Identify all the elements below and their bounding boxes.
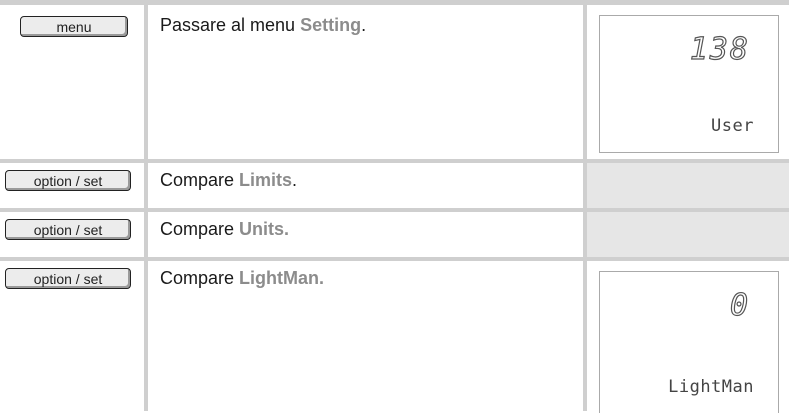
key-cell: menu	[0, 0, 148, 163]
instruction-text: Compare Units.	[160, 219, 289, 240]
lcd-label: LightMan	[668, 377, 754, 397]
display-cell: 138 User	[587, 0, 789, 163]
lcd-label: User	[711, 116, 754, 136]
option-set-key-button[interactable]: option / set	[5, 219, 131, 240]
instruction-text: Passare al menu Setting.	[160, 15, 366, 36]
instruction-suffix: .	[292, 170, 298, 190]
instruction-cell: Compare Limits.	[148, 163, 587, 212]
instruction-table: menu Passare al menu Setting. 138 User o…	[0, 0, 789, 413]
menu-key-button[interactable]: menu	[20, 16, 128, 37]
key-cell: option / set	[0, 163, 148, 212]
instruction-suffix: .	[361, 15, 367, 35]
menu-name-limits: Limits	[239, 170, 293, 190]
menu-name-lightman: LightMan.	[239, 268, 325, 288]
instruction-text: Compare LightMan.	[160, 268, 324, 289]
menu-name-setting: Setting	[300, 15, 362, 35]
key-cell: option / set	[0, 212, 148, 261]
instruction-prefix: Compare	[160, 170, 240, 190]
lcd-value: 138	[689, 31, 750, 67]
menu-name-units: Units.	[239, 219, 290, 239]
empty-display-cell	[587, 212, 789, 261]
instruction-prefix: Compare	[160, 219, 240, 239]
empty-display-cell	[587, 163, 789, 212]
instruction-prefix: Passare al menu	[160, 15, 301, 35]
instruction-cell: Compare LightMan.	[148, 261, 587, 411]
lcd-display: 0 LightMan	[599, 271, 779, 413]
instruction-cell: Compare Units.	[148, 212, 587, 261]
option-set-key-button[interactable]: option / set	[5, 170, 131, 191]
key-cell: option / set	[0, 261, 148, 411]
lcd-value: 0	[729, 287, 750, 323]
instruction-text: Compare Limits.	[160, 170, 297, 191]
instruction-cell: Passare al menu Setting.	[148, 0, 587, 163]
instruction-prefix: Compare	[160, 268, 240, 288]
display-cell: 0 LightMan	[587, 261, 789, 413]
option-set-key-button[interactable]: option / set	[5, 268, 131, 289]
lcd-display: 138 User	[599, 15, 779, 153]
